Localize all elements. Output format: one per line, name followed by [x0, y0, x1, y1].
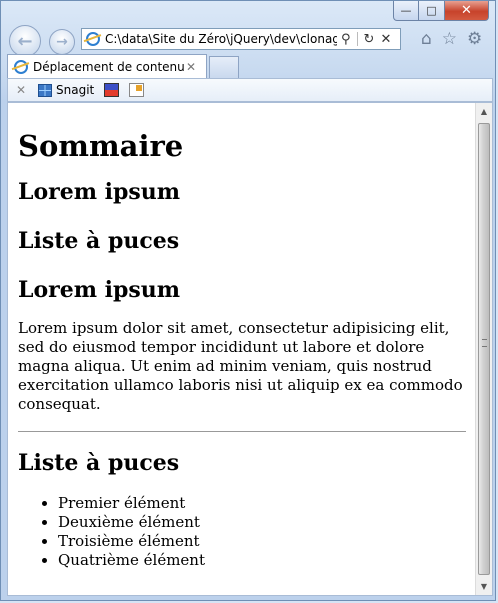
address-bar[interactable]: C:\data\Site du Zéro\jQuery\dev\clonage-…: [81, 28, 401, 50]
maximize-button[interactable]: □: [419, 1, 445, 21]
navigation-bar: ← → C:\data\Site du Zéro\jQuery\dev\clon…: [7, 23, 497, 57]
page-viewport: Sommaire Lorem ipsum Liste à puces Lorem…: [7, 102, 493, 596]
heading-liste-a-puces-1: Liste à puces: [18, 228, 180, 254]
address-divider: [356, 32, 358, 46]
arrow-right-icon: →: [56, 34, 68, 50]
ie-page-icon: [86, 32, 100, 46]
address-input[interactable]: C:\data\Site du Zéro\jQuery\dev\clonage-…: [105, 32, 337, 46]
ie-tab-icon: [14, 59, 28, 74]
snagit-button-label[interactable]: Snagit: [56, 83, 94, 97]
list-item: Deuxième élément: [58, 513, 466, 532]
snagit-icon[interactable]: [38, 83, 52, 97]
window-caption-buttons: — □ ✕: [393, 1, 489, 21]
bullet-list: Premier élément Deuxième élément Troisiè…: [18, 494, 466, 570]
tab-close-icon[interactable]: ✕: [186, 60, 202, 74]
edit-capture-icon[interactable]: [129, 83, 145, 97]
lorem-paragraph: Lorem ipsum dolor sit amet, consectetur …: [18, 319, 463, 413]
back-button[interactable]: ←: [9, 25, 41, 57]
vertical-scrollbar[interactable]: ▲ ▼: [475, 103, 492, 595]
arrow-left-icon: ←: [17, 30, 33, 52]
home-icon[interactable]: ⌂: [421, 29, 432, 49]
scroll-up-arrow-icon[interactable]: ▲: [476, 103, 492, 120]
list-item: Troisième élément: [58, 532, 466, 551]
search-icon[interactable]: ⚲: [341, 32, 351, 47]
heading-lorem-ipsum-2: Lorem ipsum: [18, 277, 181, 303]
horizontal-rule: [18, 431, 466, 432]
capture-icon[interactable]: [104, 83, 120, 97]
page-content: Sommaire Lorem ipsum Liste à puces Lorem…: [18, 103, 466, 570]
settings-gear-icon[interactable]: ⚙: [467, 29, 482, 49]
favorites-star-icon[interactable]: ☆: [442, 29, 457, 49]
address-tools: ⚲ ↻ ✕: [341, 32, 391, 47]
new-tab-button[interactable]: [209, 56, 239, 78]
browser-tools: ⌂ ☆ ⚙: [421, 29, 482, 49]
refresh-icon[interactable]: ↻: [364, 32, 375, 47]
browser-window: — □ ✕ ← → C:\data\Site du Zéro\jQuery\de…: [0, 0, 496, 601]
minimize-button[interactable]: —: [393, 1, 419, 21]
tab-deplacement-de-contenu[interactable]: Déplacement de contenu ✕: [7, 54, 207, 78]
scrollbar-thumb[interactable]: [478, 123, 490, 575]
forward-button[interactable]: →: [49, 29, 75, 55]
list-item: Quatrième élément: [58, 551, 466, 570]
scrollbar-grip: [482, 339, 487, 347]
stop-icon[interactable]: ✕: [380, 32, 391, 47]
heading-lorem-ipsum-1: Lorem ipsum: [18, 179, 181, 205]
page-heading-sommaire: Sommaire: [18, 129, 184, 163]
tab-title: Déplacement de contenu: [33, 59, 185, 74]
heading-liste-a-puces-2: Liste à puces: [18, 450, 180, 476]
tab-strip: Déplacement de contenu ✕: [7, 54, 493, 78]
toolbar-close-icon[interactable]: ✕: [10, 83, 32, 97]
close-window-button[interactable]: ✕: [445, 1, 489, 21]
command-toolbar: ✕ Snagit: [7, 78, 493, 102]
scroll-down-arrow-icon[interactable]: ▼: [476, 578, 492, 595]
list-item: Premier élément: [58, 494, 466, 513]
